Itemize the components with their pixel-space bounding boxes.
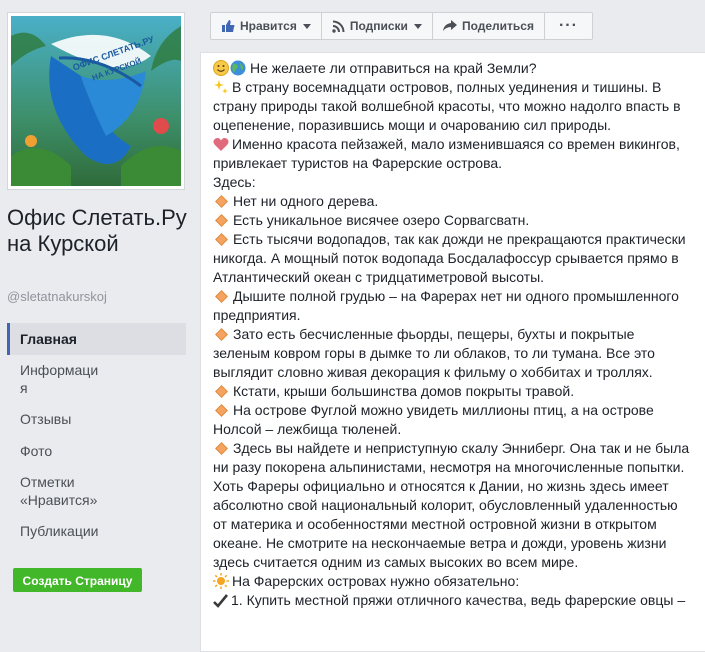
create-page-button[interactable]: Создать Страницу (13, 568, 142, 592)
post-line: На острове Фуглой можно увидеть миллионы… (213, 401, 693, 439)
like-button[interactable]: Нравится (211, 13, 322, 39)
post-line-text: Есть уникальное висячее озеро Сорвагсват… (233, 212, 530, 228)
post-line-text: Есть тысячи водопадов, так как дожди не … (213, 231, 690, 285)
orange-diamond-icon (215, 290, 228, 304)
orange-diamond-icon (215, 442, 228, 456)
post-line: Хоть Фареры официально и относятся к Дан… (213, 477, 693, 572)
orange-diamond-icon (215, 385, 228, 399)
nav-item-likes-label: Отметки «Нравится» (20, 474, 98, 508)
share-arrow-icon (442, 20, 457, 31)
post-line: Зато есть бесчисленные фьорды, пещеры, б… (213, 325, 693, 382)
nav-item-likes[interactable]: Отметки «Нравится» (7, 467, 186, 515)
post-line: Здесь вы найдете и неприступную скалу Эн… (213, 439, 693, 477)
smile-globe-icon (213, 60, 246, 76)
post-line-text: На острове Фуглой можно увидеть миллионы… (213, 402, 658, 437)
post-line-text: Зато есть бесчисленные фьорды, пещеры, б… (213, 326, 659, 380)
nav-item-posts[interactable]: Публикации (7, 515, 186, 547)
post-line-text: Хоть Фареры официально и относятся к Дан… (213, 478, 682, 570)
chevron-down-icon (413, 23, 422, 29)
like-label: Нравится (240, 19, 297, 33)
post-line: Здесь: (213, 173, 693, 192)
share-label: Поделиться (461, 19, 534, 33)
post-line: 1. Купить местной пряжи отличного качест… (213, 591, 693, 610)
post-line-text: Дышите полной грудью – на Фарерах нет ни… (213, 288, 683, 323)
post-line-text: Нет ни одного дерева. (233, 193, 379, 209)
nav-item-info-label: Информаци я (20, 362, 99, 396)
checkmark-icon (213, 594, 228, 608)
post-line: На Фарерских островах нужно обязательно: (213, 572, 693, 591)
heart-icon (213, 138, 229, 151)
sparkles-icon (214, 80, 228, 94)
post-line: Именно красота пейзажей, мало изменившая… (213, 135, 693, 173)
post-line: Нет ни одного дерева. (213, 192, 693, 211)
orange-diamond-icon (215, 404, 228, 418)
post-line-text: Именно красота пейзажей, мало изменившая… (213, 136, 684, 171)
chevron-down-icon (302, 23, 311, 29)
post-line-text: Здесь вы найдете и неприступную скалу Эн… (213, 440, 694, 475)
post-line: Есть тысячи водопадов, так как дожди не … (213, 230, 693, 287)
orange-diamond-icon (215, 195, 228, 209)
more-options-button[interactable]: ··· (545, 13, 592, 39)
page-action-bar: Нравится Подписки Поделиться ··· (210, 12, 593, 40)
page-title[interactable]: Офис Слетать.Ру на Курской (7, 205, 192, 257)
post-line: Есть уникальное висячее озеро Сорвагсват… (213, 211, 693, 230)
share-button[interactable]: Поделиться (433, 13, 545, 39)
post-text: Не желаете ли отправиться на край Земли?… (213, 59, 693, 610)
sletat-logo-icon: ОФИС СЛЕТАТЬ.РУ НА КУРСКОЙ (11, 16, 181, 186)
subscriptions-label: Подписки (349, 19, 408, 33)
orange-diamond-icon (215, 233, 228, 247)
subscriptions-button[interactable]: Подписки (322, 13, 433, 39)
post-line-text: Здесь: (213, 174, 256, 190)
post-line-text: На Фарерских островах нужно обязательно: (232, 573, 520, 589)
post-line: Кстати, крыши большинства домов покрыты … (213, 382, 693, 401)
post-line-text: 1. Купить местной пряжи отличного качест… (231, 592, 686, 608)
page-nav: Главная Информаци я Отзывы Фото Отметки «Н… (7, 323, 186, 547)
thumbs-up-icon (222, 20, 235, 32)
nav-item-info[interactable]: Информаци я (7, 355, 186, 403)
nav-item-photos[interactable]: Фото (7, 435, 186, 467)
post-line-text: В страну восемнадцати островов, полных у… (213, 79, 685, 133)
page-handle[interactable]: @sletatnakurskoj (7, 289, 107, 304)
post-card: Не желаете ли отправиться на край Земли?… (200, 52, 705, 652)
nav-item-reviews[interactable]: Отзывы (7, 403, 186, 435)
profile-picture[interactable]: ОФИС СЛЕТАТЬ.РУ НА КУРСКОЙ (7, 12, 185, 190)
left-column: ОФИС СЛЕТАТЬ.РУ НА КУРСКОЙ Офис Слетать.… (0, 0, 195, 635)
orange-diamond-icon (215, 214, 228, 228)
post-line: Не желаете ли отправиться на край Земли? (213, 59, 693, 78)
post-line-text: Не желаете ли отправиться на край Земли? (250, 60, 537, 76)
post-line: В страну восемнадцати островов, полных у… (213, 78, 693, 135)
post-line: Дышите полной грудью – на Фарерах нет ни… (213, 287, 693, 325)
sun-icon (213, 573, 229, 589)
nav-item-home[interactable]: Главная (7, 323, 186, 355)
orange-diamond-icon (215, 328, 228, 342)
post-line-text: Кстати, крыши большинства домов покрыты … (233, 383, 575, 399)
rss-icon (332, 20, 345, 33)
